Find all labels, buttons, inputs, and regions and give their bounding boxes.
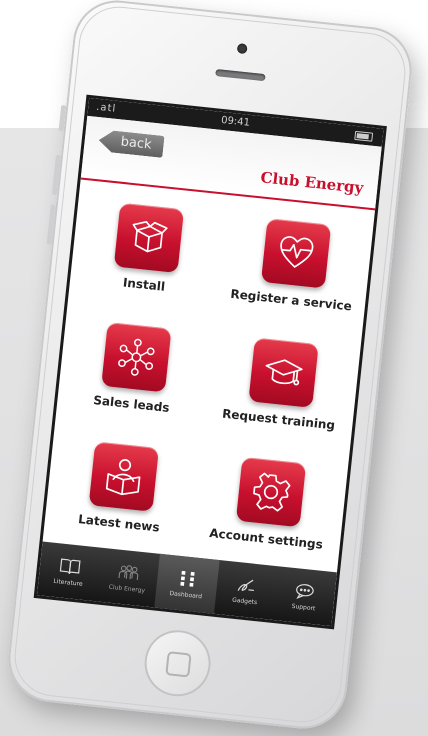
tab-label: Gadgets [231, 596, 258, 607]
network-icon [101, 322, 172, 393]
gear-icon [235, 456, 307, 528]
dashboard-grid: Install Register a service Sales leads R… [43, 181, 375, 570]
tile-account-settings[interactable]: Account settings [190, 436, 350, 571]
tab-label: Support [291, 602, 316, 613]
grid-icon [180, 570, 195, 587]
tab-label: Club Energy [108, 583, 146, 595]
tile-latest-news[interactable]: Latest news [43, 420, 203, 555]
tile-label: Account settings [208, 525, 324, 552]
book-icon [59, 558, 81, 574]
tile-register-service[interactable]: Register a service [215, 197, 375, 332]
tile-label: Register a service [229, 286, 353, 314]
tab-gadgets[interactable]: Gadgets [214, 560, 279, 620]
tile-label: Latest news [77, 512, 161, 535]
tab-club-energy[interactable]: Club Energy [96, 548, 161, 608]
reader-icon [88, 441, 159, 512]
graduation-cap-icon [248, 337, 319, 408]
heart-pulse-icon [260, 218, 332, 289]
pen-icon [237, 579, 255, 592]
tab-support[interactable]: Support [272, 566, 337, 626]
tab-literature[interactable]: Literature [37, 541, 102, 601]
tab-label: Literature [53, 577, 83, 588]
tile-request-training[interactable]: Request training [203, 316, 363, 451]
app-screen: .atl 09:41 back Club Energy Install Regi… [36, 97, 384, 627]
page-title: Club Energy [259, 168, 365, 198]
back-button[interactable]: back [98, 129, 165, 158]
tile-label: Install [122, 275, 166, 294]
tab-label: Dashboard [169, 590, 203, 601]
tile-label: Request training [221, 406, 336, 433]
box-icon [113, 202, 185, 274]
tile-install[interactable]: Install [68, 181, 228, 316]
battery-icon [354, 130, 374, 142]
tab-dashboard[interactable]: Dashboard [154, 553, 220, 614]
chat-icon [296, 584, 315, 600]
people-icon [118, 565, 139, 581]
tile-label: Sales leads [92, 393, 171, 415]
tile-sales-leads[interactable]: Sales leads [55, 301, 215, 436]
